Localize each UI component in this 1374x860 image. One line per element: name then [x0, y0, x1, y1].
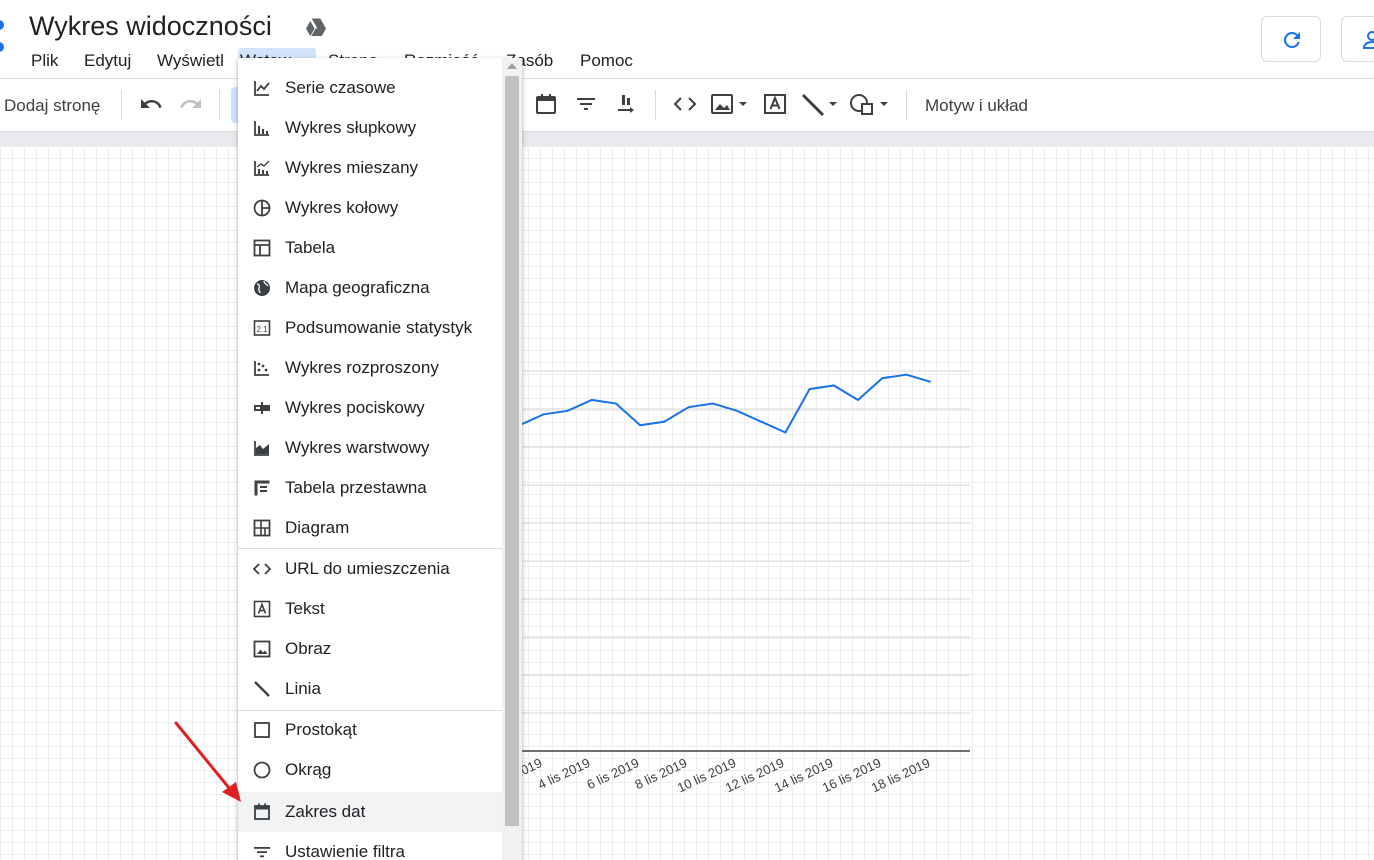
x-tick-label: 6 lis 2019 [584, 755, 641, 792]
text-box-icon [253, 600, 271, 618]
pie-chart-icon [253, 199, 271, 217]
scrollbar-thumb[interactable] [505, 76, 519, 826]
rectangle-icon [254, 722, 270, 738]
menu-item-label: Linia [285, 679, 321, 698]
menu-item-label: Obraz [285, 639, 332, 658]
menu-item-embed-code[interactable]: URL do umieszczenia [238, 549, 502, 589]
menu-item-label: Podsumowanie statystyk [285, 318, 473, 337]
treemap-icon [253, 519, 271, 537]
menu-item-label: Diagram [285, 518, 350, 537]
menu-item-label: Zakres dat [285, 802, 366, 821]
menu-item-image[interactable]: Obraz [238, 629, 502, 669]
menu-item-globe[interactable]: Mapa geograficzna [238, 268, 502, 308]
x-tick-label: 4 lis 2019 [535, 755, 592, 792]
svg-text:2.1: 2.1 [256, 325, 268, 334]
insert-menu: Serie czasowe Wykres słupkowy Wykres miesz… [238, 58, 522, 860]
menu-item-bar-chart[interactable]: Wykres słupkowy [238, 108, 502, 148]
menu-item-pie-chart[interactable]: Wykres kołowy [238, 188, 502, 228]
menu-item-text-box[interactable]: Tekst [238, 589, 502, 629]
menu-item-scatter-chart[interactable]: Wykres rozproszony [238, 348, 502, 388]
circle-icon [253, 761, 271, 779]
menu-item-line[interactable]: Linia [238, 669, 502, 709]
combo-chart-icon [254, 160, 270, 176]
menu-item-calendar[interactable]: Zakres dat [238, 792, 502, 832]
scatter-chart-icon [254, 361, 269, 376]
bar-chart-icon [254, 121, 269, 136]
menu-item-label: Okrąg [285, 760, 332, 779]
globe-icon [254, 280, 270, 296]
menu-item-label: Wykres kołowy [285, 198, 399, 217]
menu-item-label: Tekst [285, 599, 325, 618]
pivot-table-icon [254, 480, 270, 496]
menu-item-timeseries[interactable]: Serie czasowe [238, 68, 502, 108]
menu-item-label: Tabela [285, 238, 336, 257]
menu-item-treemap[interactable]: Diagram [238, 508, 502, 548]
menu-item-label: Serie czasowe [285, 78, 396, 97]
menu-item-scorecard[interactable]: 2.1 Podsumowanie statystyk [238, 308, 502, 348]
menu-item-label: URL do umieszczenia [285, 559, 450, 578]
menu-item-label: Wykres słupkowy [285, 118, 417, 137]
menu-item-area-chart[interactable]: Wykres warstwowy [238, 428, 502, 468]
menu-item-combo-chart[interactable]: Wykres mieszany [238, 148, 502, 188]
menu-item-filter[interactable]: Ustawienie filtra [238, 832, 502, 860]
timeseries-chart[interactable]: 20194 lis 20196 lis 20198 lis 201910 lis… [0, 0, 1374, 860]
scorecard-icon: 2.1 [253, 320, 271, 336]
menu-scrollbar[interactable] [502, 58, 522, 860]
menu-item-label: Wykres mieszany [285, 158, 419, 177]
timeseries-icon [254, 81, 270, 96]
menu-item-bullet-chart[interactable]: Wykres pociskowy [238, 388, 502, 428]
table-icon [253, 239, 271, 257]
bullet-chart-icon [254, 402, 270, 414]
filter-icon [254, 847, 270, 858]
menu-item-label: Mapa geograficzna [285, 278, 430, 297]
calendar-icon [254, 803, 270, 820]
scroll-up-arrow[interactable] [507, 63, 517, 69]
menu-item-label: Wykres rozproszony [285, 358, 439, 377]
menu-item-label: Wykres warstwowy [285, 438, 430, 457]
menu-item-table[interactable]: Tabela [238, 228, 502, 268]
menu-item-circle[interactable]: Okrąg [238, 750, 502, 790]
app-window: Wykres widoczności Plik Edytuj Wyświetl … [0, 0, 1374, 860]
menu-item-label: Wykres pociskowy [285, 398, 425, 417]
embed-code-icon [252, 563, 272, 575]
line-icon [254, 681, 270, 697]
image-icon [253, 640, 271, 658]
menu-item-rectangle[interactable]: Prostokąt [238, 710, 502, 750]
menu-item-label: Ustawienie filtra [285, 842, 405, 860]
menu-item-label: Tabela przestawna [285, 478, 427, 497]
menu-item-label: Prostokąt [285, 720, 357, 739]
area-chart-icon [254, 441, 269, 456]
menu-item-pivot-table[interactable]: Tabela przestawna [238, 468, 502, 508]
